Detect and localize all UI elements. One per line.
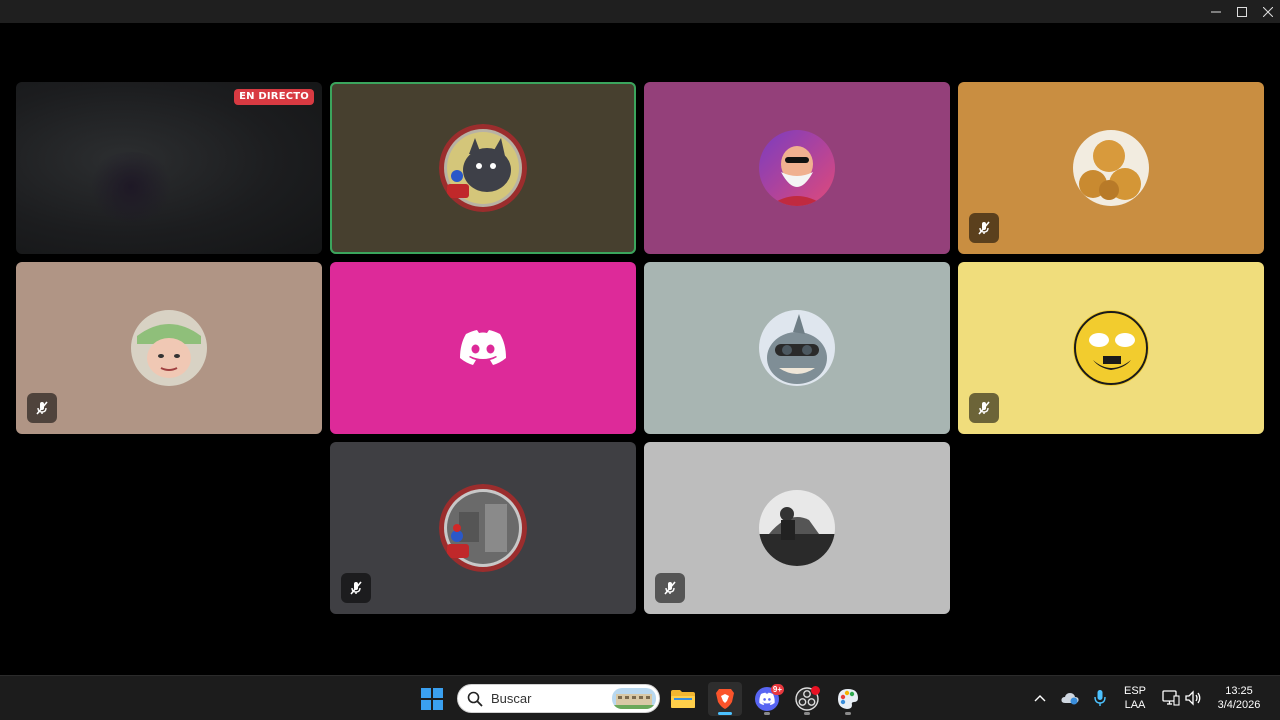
participant-avatar bbox=[131, 310, 207, 386]
participant-tile[interactable] bbox=[330, 442, 636, 614]
taskbar-discord[interactable]: 9+ bbox=[750, 682, 784, 716]
participant-avatar bbox=[759, 310, 835, 386]
clock-time: 13:25 bbox=[1225, 685, 1253, 697]
clock-date: 3/4/2026 bbox=[1217, 699, 1261, 711]
microphone-icon bbox=[1094, 690, 1106, 706]
minimize-button[interactable] bbox=[1203, 2, 1229, 22]
participant-tile[interactable] bbox=[330, 262, 636, 434]
muted-indicator bbox=[655, 573, 685, 603]
close-icon bbox=[1263, 7, 1273, 17]
participant-tile[interactable] bbox=[644, 82, 950, 254]
windows-taskbar: Buscar 9+ ESP LAA 13:25 3/4/2026 bbox=[0, 675, 1280, 720]
muted-indicator bbox=[969, 213, 999, 243]
voice-call-grid: EN DIRECTO bbox=[0, 23, 1280, 675]
brave-browser-icon bbox=[716, 689, 734, 709]
search-placeholder: Buscar bbox=[491, 691, 532, 706]
mic-muted-icon bbox=[36, 401, 48, 415]
windows-start-icon bbox=[421, 688, 443, 710]
participant-tile[interactable] bbox=[330, 82, 636, 254]
person-avatar-icon bbox=[131, 310, 207, 386]
paint-icon bbox=[838, 689, 858, 709]
mic-muted-icon bbox=[350, 581, 362, 595]
network-tray[interactable] bbox=[1161, 688, 1181, 708]
keyboard-layout: LAA bbox=[1124, 699, 1146, 711]
maximize-icon bbox=[1237, 7, 1247, 17]
active-indicator bbox=[718, 712, 732, 715]
sunglasses-face-avatar-icon bbox=[1073, 310, 1149, 386]
participant-tile[interactable] bbox=[16, 262, 322, 434]
minimize-icon bbox=[1211, 11, 1221, 13]
pastries-avatar-icon bbox=[1073, 130, 1149, 206]
participant-avatar bbox=[439, 484, 527, 572]
running-indicator bbox=[764, 712, 770, 715]
cloud-sync-icon bbox=[1061, 693, 1079, 705]
stream-blur bbox=[86, 152, 176, 222]
participant-tile[interactable] bbox=[644, 442, 950, 614]
building-icon bbox=[612, 688, 656, 709]
muted-indicator bbox=[341, 573, 371, 603]
old-man-avatar-icon bbox=[759, 130, 835, 206]
input-language[interactable]: ESP LAA bbox=[1120, 684, 1150, 712]
participant-tile[interactable] bbox=[958, 82, 1264, 254]
discord-logo-icon bbox=[460, 330, 506, 365]
bw-photo-avatar-icon bbox=[759, 490, 835, 566]
taskbar-brave[interactable] bbox=[708, 682, 742, 716]
maximize-button[interactable] bbox=[1229, 2, 1255, 22]
taskbar-obs[interactable] bbox=[790, 682, 824, 716]
muted-indicator bbox=[969, 393, 999, 423]
start-button[interactable] bbox=[415, 682, 449, 716]
participant-avatar bbox=[759, 130, 835, 206]
taskbar-file-explorer[interactable] bbox=[666, 682, 700, 716]
language-code: ESP bbox=[1123, 685, 1146, 697]
clock[interactable]: 13:25 3/4/2026 bbox=[1210, 684, 1268, 712]
participant-avatar bbox=[458, 328, 508, 368]
recording-dot bbox=[811, 686, 820, 695]
participant-avatar bbox=[439, 124, 527, 212]
show-hidden-icons-button[interactable] bbox=[1030, 688, 1050, 708]
mic-muted-icon bbox=[664, 581, 676, 595]
stream-tile[interactable]: EN DIRECTO bbox=[16, 82, 322, 254]
search-highlight-image bbox=[612, 688, 656, 709]
participant-avatar bbox=[1073, 130, 1149, 206]
discord-notification-badge: 9+ bbox=[770, 684, 784, 695]
participant-tile[interactable] bbox=[958, 262, 1264, 434]
mic-muted-icon bbox=[978, 221, 990, 235]
mic-muted-icon bbox=[978, 401, 990, 415]
network-icon bbox=[1162, 690, 1180, 706]
volume-icon bbox=[1185, 690, 1201, 706]
chevron-up-icon bbox=[1034, 695, 1046, 702]
shark-avatar-icon bbox=[759, 310, 835, 386]
mario-figure-avatar-icon bbox=[439, 484, 527, 572]
close-button[interactable] bbox=[1255, 2, 1280, 22]
taskbar-paint[interactable] bbox=[831, 682, 865, 716]
muted-indicator bbox=[27, 393, 57, 423]
taskbar-search[interactable]: Buscar bbox=[457, 684, 660, 713]
participant-tile[interactable] bbox=[644, 262, 950, 434]
live-badge: EN DIRECTO bbox=[234, 89, 314, 105]
participant-avatar bbox=[759, 490, 835, 566]
microphone-tray[interactable] bbox=[1090, 688, 1110, 708]
window-titlebar bbox=[0, 0, 1280, 23]
running-indicator bbox=[845, 712, 851, 715]
participant-avatar bbox=[1073, 310, 1149, 386]
search-icon bbox=[467, 691, 483, 707]
cat-avatar-icon bbox=[439, 124, 527, 212]
onedrive-tray[interactable] bbox=[1060, 688, 1080, 708]
volume-tray[interactable] bbox=[1183, 688, 1203, 708]
file-explorer-icon bbox=[671, 690, 695, 708]
running-indicator bbox=[804, 712, 810, 715]
